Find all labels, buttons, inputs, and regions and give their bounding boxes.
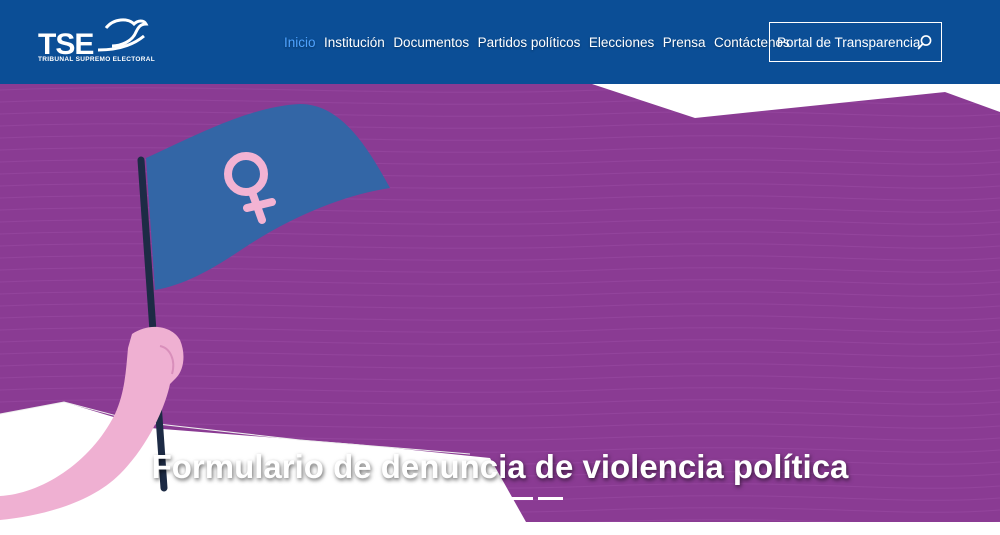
nav-item-inicio[interactable]: Inicio [284, 35, 316, 50]
main-nav: Inicio Institución Documentos Partidos p… [284, 0, 798, 84]
site-header: TSE TRIBUNAL SUPREMO ELECTORAL Inicio In… [0, 0, 1000, 84]
nav-item-prensa[interactable]: Prensa [663, 35, 706, 50]
carousel-indicator-3[interactable] [538, 497, 563, 500]
carousel-indicator-1[interactable] [478, 497, 503, 500]
nav-item-institucion[interactable]: Institución [324, 35, 385, 50]
hero-title[interactable]: Formulario de denuncia de violencia polí… [0, 448, 1000, 486]
portal-transparencia-button[interactable]: Portal de Transparencia [769, 22, 942, 62]
search-icon[interactable] [917, 34, 933, 50]
carousel-indicator-2[interactable] [508, 497, 533, 500]
portal-label: Portal de Transparencia [777, 34, 921, 50]
logo-subtitle: TRIBUNAL SUPREMO ELECTORAL [38, 56, 155, 63]
nav-item-elecciones[interactable]: Elecciones [589, 35, 654, 50]
nav-item-documentos[interactable]: Documentos [393, 35, 469, 50]
hero-carousel[interactable]: Formulario de denuncia de violencia polí… [0, 84, 1000, 522]
nav-item-partidos-politicos[interactable]: Partidos políticos [478, 35, 581, 50]
carousel-indicators [478, 497, 568, 500]
